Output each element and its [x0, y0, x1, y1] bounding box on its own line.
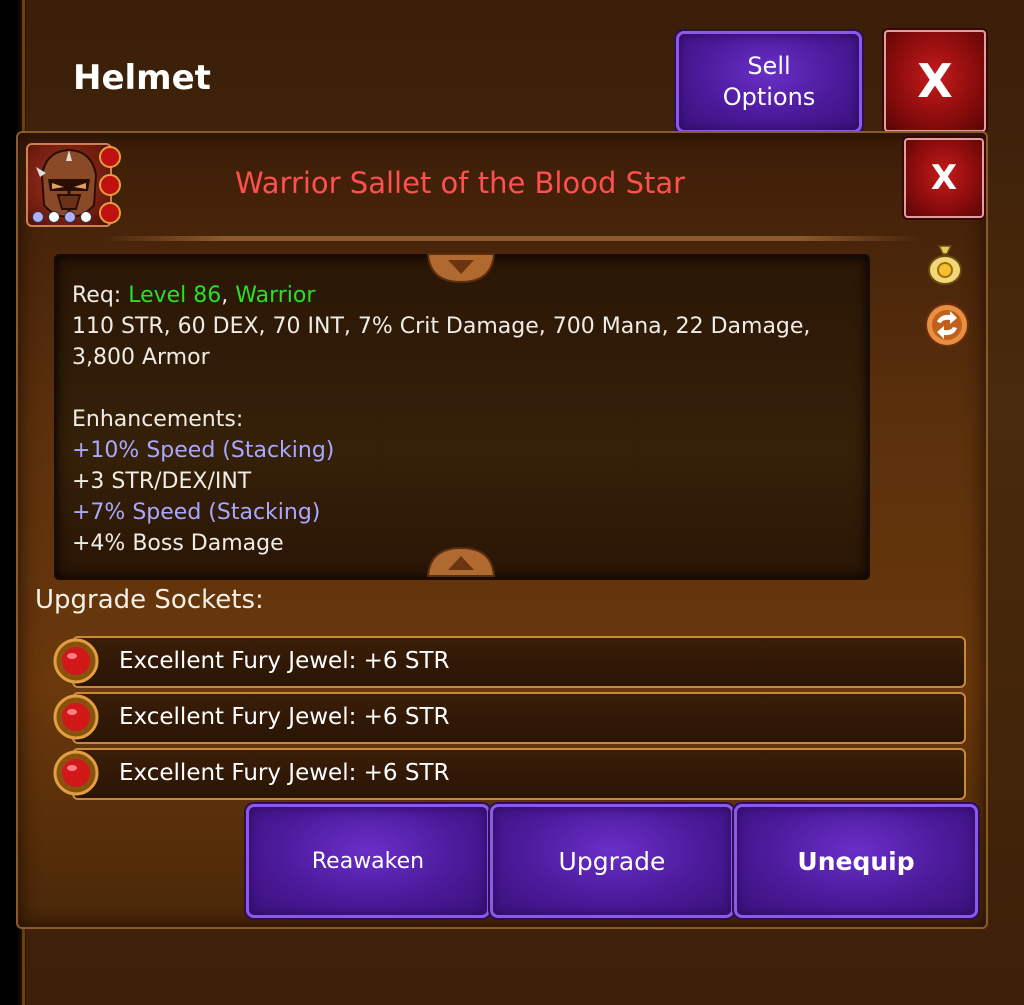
unequip-button[interactable]: Unequip — [734, 804, 978, 918]
socket-row[interactable]: Excellent Fury Jewel: +6 STR — [72, 748, 966, 800]
unequip-label: Unequip — [797, 846, 915, 876]
reawaken-label: Reawaken — [311, 848, 425, 874]
close-icon: X — [930, 158, 958, 198]
sell-options-label-line1: Sell — [747, 52, 791, 80]
upgrade-label: Upgrade — [558, 846, 666, 876]
enhancement-line: +10% Speed (Stacking) — [72, 438, 335, 463]
req-level: Level 86 — [128, 283, 222, 308]
swap-button[interactable] — [924, 302, 969, 347]
upgrade-button[interactable]: Upgrade — [490, 804, 734, 918]
socket-label: Excellent Fury Jewel: +6 STR — [119, 648, 450, 674]
item-stats: 110 STR, 60 DEX, 70 INT, 7% Crit Damage,… — [72, 314, 811, 370]
red-jewel-icon — [53, 638, 99, 684]
item-close-button[interactable]: X — [904, 138, 984, 218]
rank-pip-icon — [48, 211, 60, 223]
sell-options-button[interactable]: Sell Options — [676, 31, 862, 133]
socket-row[interactable]: Excellent Fury Jewel: +6 STR — [72, 692, 966, 744]
enhancement-line: +7% Speed (Stacking) — [72, 500, 321, 525]
upgrade-sockets-title: Upgrade Sockets: — [35, 585, 264, 615]
enhancements-title: Enhancements: — [72, 407, 244, 432]
socket-dot-icon — [99, 146, 121, 168]
scroll-down-button[interactable] — [426, 546, 496, 578]
socket-dot-icon — [99, 174, 121, 196]
close-icon: X — [917, 54, 953, 108]
swap-icon — [925, 303, 969, 347]
page-title: Helmet — [73, 58, 211, 98]
item-name: Warrior Sallet of the Blood Star — [234, 166, 686, 200]
rank-pip-icon — [80, 211, 92, 223]
gold-bag-icon — [928, 245, 962, 285]
req-label: Req: — [72, 283, 129, 308]
requirement-line: Req: Level 86, Warrior — [72, 280, 852, 311]
item-description: Req: Level 86, Warrior 110 STR, 60 DEX, … — [72, 280, 852, 559]
socket-dot-icon — [99, 202, 121, 224]
sell-options-label-line2: Options — [722, 83, 816, 111]
rank-pip-icon — [32, 211, 44, 223]
socket-label: Excellent Fury Jewel: +6 STR — [119, 760, 450, 786]
chevron-up-icon — [426, 546, 496, 577]
reawaken-button[interactable]: Reawaken — [246, 804, 490, 918]
close-button[interactable]: X — [884, 30, 986, 132]
red-jewel-icon — [53, 694, 99, 740]
socket-row[interactable]: Excellent Fury Jewel: +6 STR — [72, 636, 966, 688]
req-separator: , — [221, 283, 236, 308]
enhancement-line: +3 STR/DEX/INT — [72, 469, 252, 494]
red-jewel-icon — [53, 750, 99, 796]
socket-label: Excellent Fury Jewel: +6 STR — [119, 704, 450, 730]
header-divider — [100, 236, 920, 241]
gold-bag-button[interactable] — [925, 242, 965, 285]
rank-pip-icon — [64, 211, 76, 223]
req-class: Warrior — [235, 283, 316, 308]
socket-indicator-column — [99, 146, 121, 224]
